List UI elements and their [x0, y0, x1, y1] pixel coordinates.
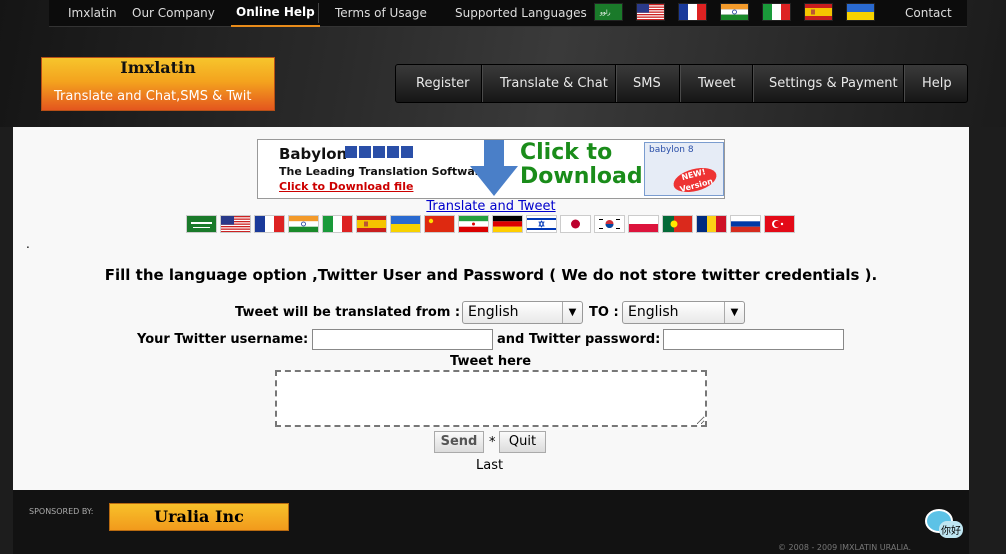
product-box-title: babylon 8 [649, 145, 694, 155]
france-flag-icon[interactable] [254, 215, 285, 233]
nav-separator [481, 65, 482, 102]
banner-tagline: The Leading Translation Software [279, 165, 488, 178]
form-heading: Fill the language option ,Twitter User a… [104, 266, 878, 284]
india-flag-icon[interactable] [288, 215, 319, 233]
top-nav-languages[interactable]: Supported Languages [455, 0, 587, 27]
ukraine-flag-icon[interactable] [390, 215, 421, 233]
chat-icon[interactable]: 你好 [925, 509, 967, 543]
germany-flag-icon[interactable] [492, 215, 523, 233]
nav-register[interactable]: Register [416, 65, 470, 102]
send-button[interactable]: Send [434, 431, 484, 453]
from-language-label: Tweet will be translated from : [235, 305, 461, 320]
top-nav-contact[interactable]: Contact [905, 0, 952, 27]
to-language-label: TO : [589, 305, 619, 320]
main-content: Babylon The Leading Translation Software… [13, 127, 969, 490]
usa-flag-icon[interactable] [220, 215, 251, 233]
ukraine-flag-icon[interactable] [846, 3, 875, 21]
tweet-textarea[interactable] [275, 370, 707, 427]
logo-tagline: Translate and Chat,SMS & Twit [54, 89, 252, 104]
nav-sms[interactable]: SMS [633, 65, 661, 102]
tweet-here-label: Tweet here [450, 354, 532, 369]
india-flag-icon[interactable] [720, 3, 749, 21]
italy-flag-icon[interactable] [322, 215, 353, 233]
twitter-username-input[interactable] [312, 329, 493, 350]
top-nav-imxlatin[interactable]: Imxlatin [68, 0, 117, 27]
korea-flag-icon[interactable] [594, 215, 625, 233]
china-flag-icon[interactable] [424, 215, 455, 233]
top-nav-online-help[interactable]: Online Help [231, 0, 320, 27]
banner-brand: Babylon [279, 145, 348, 163]
svg-text:ﺭﺍﻮﻭ: ﺭﺍﻮﻭ [599, 9, 611, 16]
logo-title: Imxlatin [120, 58, 196, 77]
nav-separator [615, 65, 616, 102]
rating-stars-icon [345, 146, 415, 158]
top-nav-terms[interactable]: Terms of Usage [335, 0, 427, 27]
to-language-value: English [628, 304, 679, 320]
chat-greeting: 你好 [939, 521, 963, 538]
sponsored-by-label: SPONSORED BY: [29, 507, 94, 516]
portugal-flag-icon[interactable] [662, 215, 693, 233]
new-version-badge: NEW! Version [670, 163, 720, 197]
italy-flag-icon[interactable] [762, 3, 791, 21]
chevron-down-icon: ▼ [724, 302, 744, 323]
main-nav: Register Translate & Chat SMS Tweet Sett… [395, 64, 968, 103]
nav-tweet[interactable]: Tweet [698, 65, 736, 102]
translate-tweet-link[interactable]: Translate and Tweet [13, 199, 969, 214]
spain-flag-icon[interactable] [804, 3, 833, 21]
top-nav-separator [318, 3, 319, 23]
button-separator: * [489, 435, 496, 450]
from-language-value: English [468, 304, 519, 320]
password-label: and Twitter password: [497, 332, 661, 347]
product-box-image: babylon 8 NEW! Version [644, 142, 724, 197]
spain-flag-icon[interactable] [356, 215, 387, 233]
download-arrow-icon [470, 166, 518, 196]
copyright-text: © 2008 - 2009 IMXLATIN URALIA. [778, 543, 912, 552]
nav-translate-chat[interactable]: Translate & Chat [500, 65, 608, 102]
israel-flag-icon[interactable] [526, 215, 557, 233]
top-nav-our-company[interactable]: Our Company [132, 0, 215, 27]
nav-settings-payment[interactable]: Settings & Payment [769, 65, 898, 102]
iran-flag-icon[interactable] [458, 215, 489, 233]
france-flag-icon[interactable] [678, 3, 707, 21]
arabic-flag-icon[interactable]: ﺭﺍﻮﻭ [594, 3, 623, 21]
site-logo[interactable]: Imxlatin Translate and Chat,SMS & Twit [41, 57, 275, 111]
username-label: Your Twitter username: [137, 332, 309, 347]
top-nav: Imxlatin Our Company Online Help Terms o… [49, 0, 967, 27]
poland-flag-icon[interactable] [628, 215, 659, 233]
usa-flag-icon[interactable] [636, 3, 665, 21]
japan-flag-icon[interactable] [560, 215, 591, 233]
banner-cta-line1: Click to [520, 140, 613, 165]
nav-separator [679, 65, 680, 102]
arabic-flag-icon[interactable] [186, 215, 217, 233]
to-language-select[interactable]: English ▼ [622, 301, 745, 324]
babylon-ad-banner[interactable]: Babylon The Leading Translation Software… [257, 139, 725, 199]
last-label: Last [476, 458, 504, 473]
banner-cta-line2: Download [520, 164, 643, 189]
quit-button[interactable]: Quit [499, 431, 546, 453]
nav-help[interactable]: Help [922, 65, 952, 102]
stray-dot: . [26, 237, 30, 251]
russia-flag-icon[interactable] [730, 215, 761, 233]
nav-separator [903, 65, 904, 102]
from-language-select[interactable]: English ▼ [462, 301, 583, 324]
chevron-down-icon: ▼ [562, 302, 582, 323]
download-arrow-stem [484, 140, 504, 166]
turkey-flag-icon[interactable] [764, 215, 795, 233]
romania-flag-icon[interactable] [696, 215, 727, 233]
banner-download-link[interactable]: Click to Download file [279, 180, 413, 193]
nav-separator [752, 65, 753, 102]
sponsor-logo[interactable]: Uralia Inc [109, 503, 289, 531]
twitter-password-input[interactable] [663, 329, 844, 350]
